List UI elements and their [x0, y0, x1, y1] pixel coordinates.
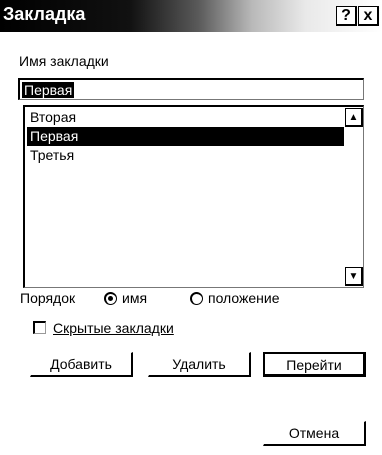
go-to-button[interactable]: Перейти: [263, 352, 366, 377]
bookmark-name-input[interactable]: Первая: [18, 78, 364, 100]
list-item[interactable]: Третья: [27, 146, 344, 165]
window-title: Закладка: [3, 4, 86, 24]
sort-by-position-label[interactable]: положение: [208, 290, 280, 306]
radio-dot-icon: [108, 296, 113, 301]
scroll-down-button[interactable]: ▼: [345, 267, 363, 286]
list-item[interactable]: Первая: [27, 127, 344, 146]
cancel-button[interactable]: Отмена: [263, 421, 366, 446]
bookmark-name-label: Имя закладки: [19, 53, 109, 69]
add-button[interactable]: Добавить: [30, 352, 133, 377]
delete-button[interactable]: Удалить: [148, 352, 251, 377]
sort-by-name-label[interactable]: имя: [122, 290, 147, 306]
hidden-bookmarks-checkbox[interactable]: [33, 321, 46, 334]
sort-by-position-radio[interactable]: [190, 292, 203, 305]
help-button[interactable]: ?: [336, 6, 357, 26]
scroll-up-button[interactable]: ▲: [345, 108, 363, 127]
bookmarks-listbox[interactable]: Вторая Первая Третья ▲ ▼: [23, 105, 364, 288]
close-button[interactable]: x: [358, 6, 379, 26]
title-bar: Закладка ? x: [0, 0, 382, 32]
hidden-bookmarks-label[interactable]: Скрытые закладки: [53, 320, 174, 336]
sort-label: Порядок: [20, 290, 76, 306]
list-item[interactable]: Вторая: [27, 108, 344, 127]
bookmark-name-value: Первая: [22, 82, 75, 98]
sort-by-name-radio[interactable]: [104, 292, 117, 305]
